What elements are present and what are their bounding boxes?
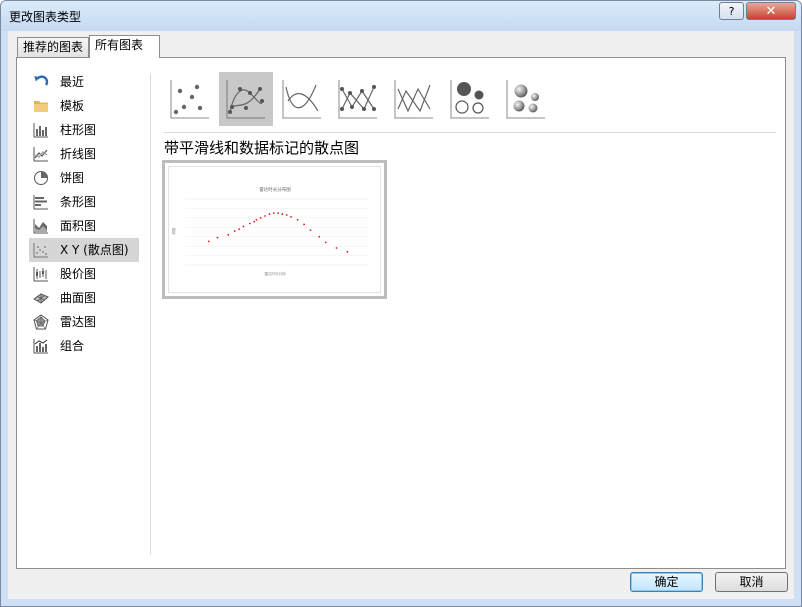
combo-chart-icon bbox=[33, 339, 48, 354]
preview-data-point bbox=[277, 212, 279, 215]
sidebar-item-recent[interactable]: 最近 bbox=[29, 70, 141, 94]
sidebar-item-label: 饼图 bbox=[60, 171, 85, 185]
ok-button[interactable]: 确定 bbox=[630, 572, 703, 592]
sidebar-item-column[interactable]: 柱形图 bbox=[29, 118, 141, 142]
sidebar-item-surface[interactable]: 曲面图 bbox=[29, 286, 141, 310]
preview-data-point bbox=[242, 225, 245, 228]
preview-y-axis-label: 频数 bbox=[171, 227, 176, 234]
bubble-icon bbox=[450, 80, 489, 119]
preview-data-point bbox=[296, 218, 299, 221]
subtype-scatter-smooth-lines[interactable] bbox=[275, 72, 329, 126]
preview-chart: 雷达时长分布图 雷达时长分钟 频数 bbox=[171, 186, 369, 276]
sidebar-item-pie[interactable]: 饼图 bbox=[29, 166, 141, 190]
subtype-scatter-smooth-markers[interactable] bbox=[219, 72, 273, 126]
preview-data-point bbox=[255, 218, 258, 221]
preview-x-axis-label: 雷达时长分钟 bbox=[265, 271, 286, 276]
title-bar: 更改图表类型 ? ✕ bbox=[1, 1, 801, 31]
subtype-scatter[interactable] bbox=[163, 72, 217, 126]
scatter-straight-markers-icon bbox=[338, 80, 377, 119]
preview-data-point bbox=[238, 228, 241, 231]
sidebar-item-label: 最近 bbox=[60, 75, 85, 89]
sidebar-item-line[interactable]: 折线图 bbox=[29, 142, 141, 166]
subtype-title: 带平滑线和数据标记的散点图 bbox=[164, 139, 360, 157]
all-charts-panel: 最近 模板 柱形图 折线图 饼图 条形图 面积图 X Y (散点图) 股价图 曲… bbox=[16, 57, 786, 569]
sidebar-item-label: X Y (散点图) bbox=[60, 243, 129, 257]
preview-data-point bbox=[249, 222, 251, 225]
change-chart-type-dialog: 更改图表类型 ? ✕ 推荐的图表 所有图表 最近 模板 柱形图 折线图 饼图 条… bbox=[0, 0, 802, 607]
chart-preview[interactable]: 雷达时长分布图 雷达时长分钟 频数 bbox=[162, 160, 387, 299]
stock-chart-icon bbox=[33, 267, 48, 282]
horizontal-divider bbox=[164, 132, 776, 133]
sidebar-item-label: 折线图 bbox=[60, 147, 97, 161]
sidebar-item-label: 组合 bbox=[60, 339, 85, 353]
sidebar-item-stock[interactable]: 股价图 bbox=[29, 262, 141, 286]
preview-data-point bbox=[303, 223, 305, 226]
pie-chart-icon bbox=[34, 171, 48, 185]
close-button[interactable]: ✕ bbox=[746, 2, 796, 20]
chart-category-list: 最近 模板 柱形图 折线图 饼图 条形图 面积图 X Y (散点图) 股价图 曲… bbox=[29, 70, 141, 358]
sidebar-item-xy-scatter[interactable]: X Y (散点图) bbox=[29, 238, 139, 262]
preview-data-point bbox=[290, 216, 292, 218]
preview-data-point bbox=[318, 235, 321, 238]
preview-data-point bbox=[335, 247, 338, 249]
vertical-divider bbox=[150, 74, 151, 554]
preview-data-point bbox=[216, 236, 219, 239]
sidebar-item-radar[interactable]: 雷达图 bbox=[29, 310, 141, 334]
tab-all-charts[interactable]: 所有图表 bbox=[89, 35, 160, 58]
preview-data-point bbox=[285, 214, 288, 216]
scatter-smooth-markers-icon bbox=[226, 80, 265, 119]
preview-data-point bbox=[268, 213, 271, 215]
sidebar-item-area[interactable]: 面积图 bbox=[29, 214, 141, 238]
sidebar-item-label: 面积图 bbox=[60, 219, 97, 233]
sidebar-item-bar[interactable]: 条形图 bbox=[29, 190, 141, 214]
bar-chart-icon bbox=[33, 195, 48, 210]
sidebar-item-label: 雷达图 bbox=[60, 315, 97, 329]
preview-data-point bbox=[259, 216, 262, 219]
scatter-smooth-lines-icon bbox=[282, 80, 321, 119]
scatter-chart-icon bbox=[33, 243, 48, 258]
recent-icon bbox=[34, 75, 49, 86]
preview-data-point bbox=[346, 250, 349, 253]
dialog-title: 更改图表类型 bbox=[9, 10, 82, 24]
sidebar-item-label: 曲面图 bbox=[60, 291, 97, 305]
help-button[interactable]: ? bbox=[719, 2, 744, 20]
preview-data-point bbox=[281, 213, 284, 215]
3d-bubble-icon bbox=[506, 80, 545, 119]
cancel-button[interactable]: 取消 bbox=[715, 572, 788, 592]
column-chart-icon bbox=[33, 123, 48, 138]
scatter-straight-lines-icon bbox=[394, 80, 433, 119]
preview-data-point bbox=[324, 241, 327, 244]
subtype-3d-bubble[interactable] bbox=[499, 72, 553, 126]
preview-data-point bbox=[207, 240, 210, 243]
line-chart-icon bbox=[33, 147, 48, 162]
preview-data-point bbox=[264, 215, 266, 217]
subtype-scatter-straight-lines[interactable] bbox=[387, 72, 441, 126]
preview-data-point bbox=[272, 212, 275, 215]
sidebar-item-label: 模板 bbox=[60, 99, 85, 113]
preview-chart-title: 雷达时长分布图 bbox=[259, 186, 291, 193]
sidebar-item-label: 条形图 bbox=[60, 195, 97, 209]
subtype-bubble[interactable] bbox=[443, 72, 497, 126]
folder-icon bbox=[34, 101, 48, 112]
preview-data-point bbox=[233, 230, 236, 232]
preview-data-point bbox=[227, 233, 230, 236]
sidebar-item-combo[interactable]: 组合 bbox=[29, 334, 141, 358]
tab-recommended-charts[interactable]: 推荐的图表 bbox=[17, 37, 89, 57]
sidebar-item-label: 股价图 bbox=[60, 267, 97, 281]
dialog-body: 推荐的图表 所有图表 最近 模板 柱形图 折线图 饼图 条形图 面积图 X Y … bbox=[8, 31, 794, 599]
sidebar-item-templates[interactable]: 模板 bbox=[29, 94, 141, 118]
area-chart-icon bbox=[33, 219, 48, 234]
radar-chart-icon bbox=[33, 314, 49, 330]
surface-chart-icon bbox=[33, 293, 49, 304]
preview-data-point bbox=[253, 220, 256, 223]
preview-data-point bbox=[309, 229, 312, 232]
scatter-icon bbox=[170, 80, 209, 119]
chart-preview-inner: 雷达时长分布图 雷达时长分钟 频数 bbox=[168, 166, 381, 293]
sidebar-item-label: 柱形图 bbox=[60, 123, 97, 137]
subtype-scatter-straight-markers[interactable] bbox=[331, 72, 385, 126]
